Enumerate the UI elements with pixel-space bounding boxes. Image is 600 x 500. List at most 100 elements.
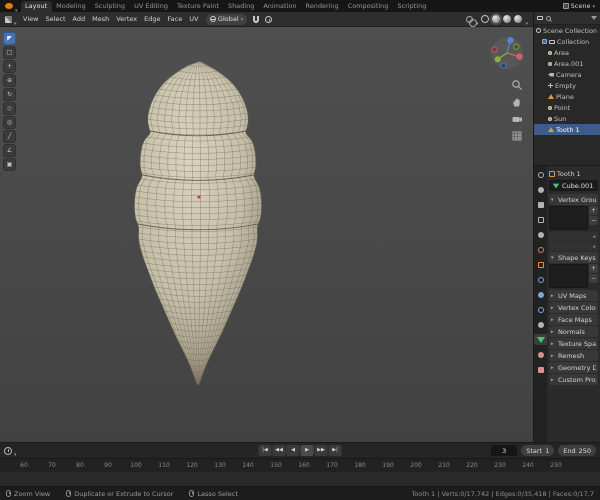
outliner-item-collection[interactable]: Collection — [534, 36, 600, 47]
outliner-item-sun[interactable]: Sun — [534, 113, 600, 124]
menu-select[interactable]: Select — [42, 13, 69, 26]
pan-hand-icon[interactable] — [511, 96, 523, 108]
ortho-grid-icon[interactable] — [511, 130, 523, 142]
material-preview-icon[interactable] — [503, 15, 512, 23]
add-button[interactable]: + — [589, 264, 598, 273]
search-icon[interactable] — [546, 15, 551, 21]
menu-vertex[interactable]: Vertex — [113, 13, 141, 26]
wireframe-shading-icon[interactable] — [481, 15, 490, 23]
axis-x-ball[interactable] — [516, 53, 523, 60]
rotate-tool-button[interactable]: ↻ — [3, 88, 16, 101]
section-header-geometry-data[interactable]: Geometry Data — [549, 362, 598, 373]
menu-view[interactable]: View — [20, 13, 42, 26]
workspace-tab-texture-paint[interactable]: Texture Paint — [172, 1, 223, 12]
properties-tab-view-layer[interactable] — [534, 214, 547, 225]
remove-button[interactable]: − — [589, 216, 598, 225]
cursor-tool-button[interactable]: + — [3, 60, 16, 73]
workspace-tab-animation[interactable]: Animation — [259, 1, 301, 12]
outliner-item-tooth-1[interactable]: Tooth 1 — [534, 124, 600, 135]
section-header-normals[interactable]: Normals — [549, 326, 598, 337]
panel-row[interactable] — [549, 232, 598, 241]
menu-face[interactable]: Face — [164, 13, 186, 26]
jump-to-end-button[interactable]: ▶| — [328, 444, 342, 456]
outliner-item-camera[interactable]: Camera — [534, 69, 600, 80]
workspace-tab-compositing[interactable]: Compositing — [343, 1, 393, 12]
viewport-3d[interactable]: ◤ □ + ⊕ ↻ ◇ ◎ ╱ ∠ ▣ — [0, 27, 533, 442]
add-cube-tool-button[interactable]: ▣ — [3, 158, 16, 171]
next-keyframe-button[interactable]: ▶▶ — [314, 444, 328, 456]
play-reverse-button[interactable]: ◀ — [286, 444, 300, 456]
checkbox-icon[interactable] — [542, 39, 547, 44]
section-header-uv-maps[interactable]: UV Maps — [549, 290, 598, 301]
transform-tool-button[interactable]: ◎ — [3, 116, 16, 129]
outliner-item-empty[interactable]: Empty — [534, 80, 600, 91]
navigation-gizmo[interactable] — [489, 35, 525, 71]
scale-tool-button[interactable]: ◇ — [3, 102, 16, 115]
workspace-tab-scripting[interactable]: Scripting — [393, 1, 431, 12]
properties-tab-tool[interactable] — [534, 169, 547, 180]
section-header-vertex-colors[interactable]: Vertex Colors — [549, 302, 598, 313]
vertex-groups-list[interactable] — [549, 206, 588, 230]
properties-tab-render[interactable] — [534, 184, 547, 195]
remove-button[interactable]: − — [589, 274, 598, 283]
properties-tab-object[interactable] — [534, 259, 547, 270]
timeline-ruler[interactable]: 60 70 80 90 100 110 120 130 140 150 160 170 180 190 20… — [0, 458, 600, 472]
properties-tab-particles[interactable] — [534, 289, 547, 300]
annotate-tool-button[interactable]: ╱ — [3, 130, 16, 143]
properties-tab-constraints[interactable] — [534, 319, 547, 330]
section-header-vertex-groups[interactable]: Vertex Groups — [549, 194, 598, 205]
frame-end-field[interactable]: End 250 — [558, 445, 596, 456]
outliner-display-icon[interactable] — [537, 16, 543, 20]
current-frame-field[interactable]: 3 — [491, 445, 518, 456]
snap-magnet-icon[interactable] — [253, 15, 260, 23]
menu-uv[interactable]: UV — [186, 13, 202, 26]
workspace-tab-sculpting[interactable]: Sculpting — [90, 1, 129, 12]
tweak-tool-button[interactable]: ◤ — [3, 32, 16, 45]
scene-selector[interactable]: Scene — [558, 0, 600, 12]
measure-tool-button[interactable]: ∠ — [3, 144, 16, 157]
mesh-object-tooth[interactable] — [0, 27, 533, 442]
workspace-tab-shading[interactable]: Shading — [223, 1, 258, 12]
menu-add[interactable]: Add — [69, 13, 89, 26]
menu-edge[interactable]: Edge — [141, 13, 164, 26]
outliner-item-point[interactable]: Point — [534, 102, 600, 113]
properties-tab-material[interactable] — [534, 349, 547, 360]
workspace-tab-modeling[interactable]: Modeling — [52, 1, 91, 12]
properties-tab-object-data[interactable] — [534, 334, 547, 345]
outliner-item-area[interactable]: Area — [534, 47, 600, 58]
mesh-name-field[interactable]: Cube.001 — [549, 180, 598, 191]
section-header-shape-keys[interactable]: Shape Keys — [549, 252, 598, 263]
section-header-texture-space[interactable]: Texture Space — [549, 338, 598, 349]
overlays-icon[interactable] — [465, 15, 477, 27]
properties-tab-output[interactable] — [534, 199, 547, 210]
properties-tab-texture[interactable] — [534, 364, 547, 375]
mesh-silhouette[interactable] — [133, 60, 263, 386]
play-button[interactable]: ▶ — [300, 444, 314, 456]
section-header-remesh[interactable]: Remesh — [549, 350, 598, 361]
frame-start-field[interactable]: Start 1 — [521, 445, 555, 456]
select-box-tool-button[interactable]: □ — [3, 46, 16, 59]
timeline-track-area[interactable] — [0, 472, 600, 486]
camera-view-icon[interactable] — [511, 113, 523, 125]
outliner-item-plane[interactable]: Plane — [534, 91, 600, 102]
shape-keys-list[interactable] — [549, 264, 588, 288]
axis-z-ball[interactable] — [507, 37, 514, 44]
proportional-editing-icon[interactable] — [265, 15, 273, 23]
zoom-icon[interactable] — [511, 79, 523, 91]
timeline-editor-icon[interactable] — [4, 446, 12, 455]
outliner-item-area-001[interactable]: Area.001 — [534, 58, 600, 69]
properties-tab-world[interactable] — [534, 244, 547, 255]
workspace-tab-rendering[interactable]: Rendering — [301, 1, 343, 12]
mode-dropdown[interactable] — [2, 10, 20, 29]
add-button[interactable]: + — [589, 206, 598, 215]
section-header-face-maps[interactable]: Face Maps — [549, 314, 598, 325]
solid-shading-icon[interactable] — [492, 15, 501, 23]
panel-row[interactable] — [549, 242, 598, 251]
properties-tab-physics[interactable] — [534, 304, 547, 315]
properties-tab-modifiers[interactable] — [534, 274, 547, 285]
axis-y-ball[interactable] — [494, 56, 501, 63]
jump-to-start-button[interactable]: |◀ — [258, 444, 272, 456]
rendered-shading-icon[interactable] — [514, 15, 523, 23]
outliner-item-scene-collection[interactable]: Scene Collection — [534, 25, 600, 36]
prev-keyframe-button[interactable]: ◀◀ — [272, 444, 286, 456]
